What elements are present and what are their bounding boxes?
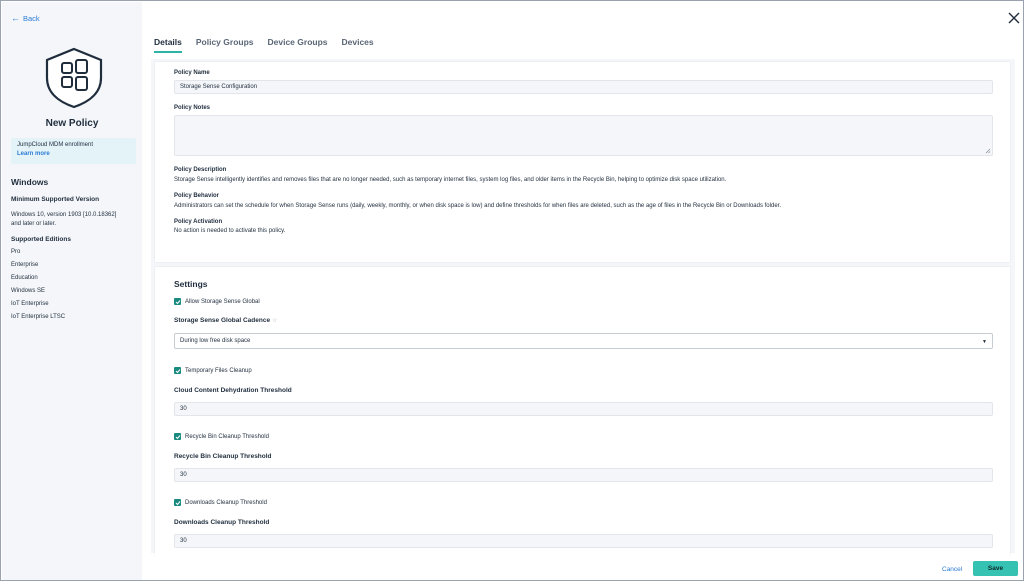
cadence-label-row: Storage Sense Global Cadence ☆ [174, 317, 277, 324]
cadence-label: Storage Sense Global Cadence [174, 317, 271, 324]
recycle-check-label: Recycle Bin Cleanup Threshold [185, 433, 269, 440]
activation-text: No action is needed to activate this pol… [174, 228, 286, 234]
policy-name-label: Policy Name [174, 70, 210, 76]
edition-item: Pro [11, 249, 21, 255]
downloads-cleanup-checkbox[interactable]: Downloads Cleanup Threshold [174, 499, 267, 506]
temp-cleanup-checkbox[interactable]: Temporary Files Cleanup [174, 367, 252, 374]
min-version-heading: Minimum Supported Version [11, 196, 100, 203]
edition-item: IoT Enterprise [11, 301, 49, 307]
policy-notes-label: Policy Notes [174, 105, 211, 111]
tab-details[interactable]: Details [154, 37, 182, 53]
description-label: Policy Description [174, 167, 227, 173]
policy-tabs: Details Policy Groups Device Groups Devi… [154, 37, 374, 53]
tab-policy-groups[interactable]: Policy Groups [196, 37, 254, 53]
cancel-button[interactable]: Cancel [942, 566, 962, 573]
cadence-value: During low free disk space [180, 338, 251, 344]
resize-grip-icon[interactable] [985, 148, 991, 154]
cloud-threshold-label: Cloud Content Dehydration Threshold [174, 387, 292, 394]
tab-devices[interactable]: Devices [342, 37, 374, 53]
mdm-info-box: JumpCloud MDM enrollment Learn more [11, 138, 136, 164]
downloads-threshold-input[interactable]: 30 [174, 534, 993, 548]
downloads-check-label: Downloads Cleanup Threshold [185, 499, 267, 506]
edition-item: Windows SE [11, 288, 46, 294]
learn-more-link[interactable]: Learn more [17, 150, 130, 159]
cloud-threshold-input[interactable]: 30 [174, 402, 993, 416]
mdm-text: JumpCloud MDM enrollment [17, 142, 94, 148]
close-icon[interactable] [1007, 11, 1021, 25]
temp-cleanup-label: Temporary Files Cleanup [185, 367, 252, 374]
edition-item: Enterprise [11, 262, 39, 268]
activation-label: Policy Activation [174, 219, 223, 225]
policy-sidebar: ← Back New Policy JumpCloud MDM enrollme… [2, 2, 142, 580]
allow-global-label: Allow Storage Sense Global [185, 298, 260, 305]
recycle-threshold-input[interactable]: 30 [174, 468, 993, 482]
checkmark-icon [174, 298, 181, 305]
description-text: Storage Sense intelligently identifies a… [174, 177, 727, 183]
app-window: ← Back New Policy JumpCloud MDM enrollme… [0, 0, 1024, 581]
editions-heading: Supported Editions [11, 236, 71, 243]
settings-heading: Settings [174, 279, 208, 289]
behavior-label: Policy Behavior [174, 193, 220, 199]
save-button[interactable]: Save [973, 561, 1018, 576]
settings-card: Settings Allow Storage Sense Global Stor… [155, 267, 1010, 559]
details-card: Policy Name Storage Sense Configuration … [155, 62, 1010, 262]
policy-title: New Policy [45, 118, 99, 129]
policy-name-input[interactable]: Storage Sense Configuration [174, 80, 993, 94]
checkmark-icon [174, 367, 181, 374]
tab-device-groups[interactable]: Device Groups [268, 37, 328, 53]
checkmark-icon [174, 499, 181, 506]
back-link[interactable]: ← Back [11, 13, 40, 24]
arrow-left-icon: ← [11, 13, 20, 23]
footer-bar: Cancel Save [142, 557, 1023, 580]
checkmark-icon [174, 433, 181, 440]
behavior-text: Administrators can set the schedule for … [174, 203, 781, 209]
min-version-line2: and later or later. [11, 221, 57, 227]
os-title: Windows [11, 177, 49, 187]
edition-item: Education [11, 275, 38, 281]
allow-global-checkbox[interactable]: Allow Storage Sense Global [174, 298, 260, 305]
recycle-cleanup-checkbox[interactable]: Recycle Bin Cleanup Threshold [174, 433, 269, 440]
policy-notes-input[interactable] [174, 115, 993, 156]
downloads-threshold-label: Downloads Cleanup Threshold [174, 519, 270, 526]
cadence-select[interactable]: During low free disk space ▼ [174, 333, 993, 349]
back-label: Back [23, 14, 40, 23]
edition-item: IoT Enterprise LTSC [11, 314, 66, 320]
shield-windows-icon [42, 46, 106, 110]
recycle-threshold-label: Recycle Bin Cleanup Threshold [174, 453, 272, 460]
caret-down-icon: ▼ [982, 339, 987, 345]
star-icon: ☆ [272, 318, 278, 324]
